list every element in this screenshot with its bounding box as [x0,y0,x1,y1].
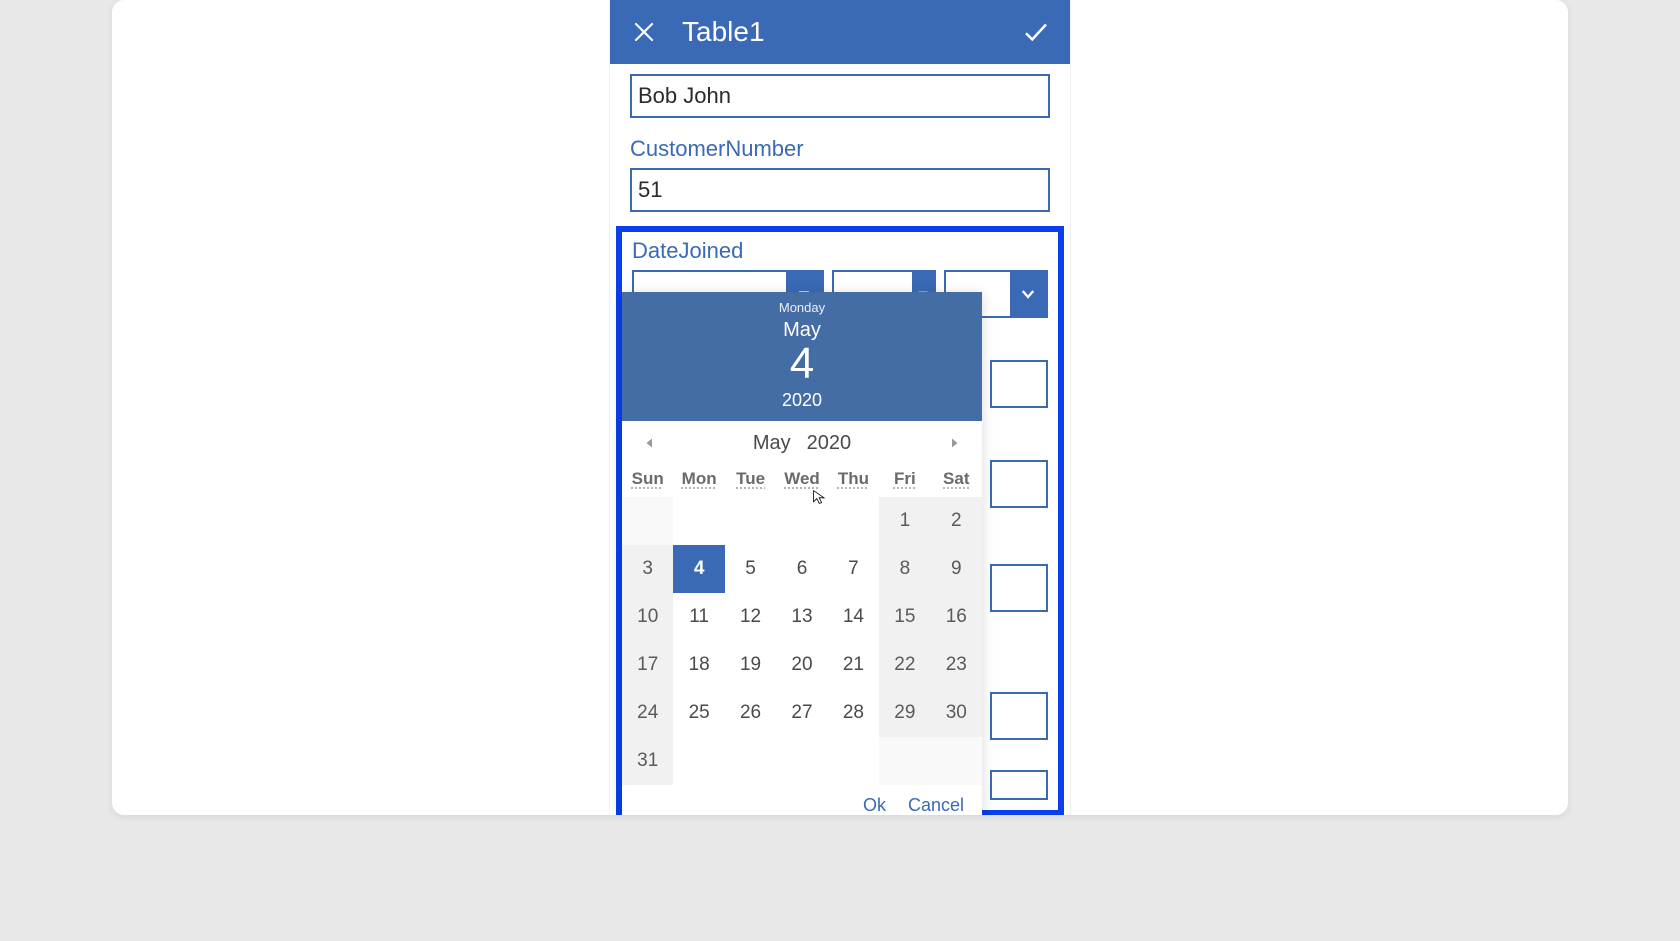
calendar-day-cell[interactable]: 20 [776,641,827,689]
close-icon[interactable] [626,14,662,50]
calendar-day-cell[interactable]: 5 [725,545,776,593]
stage-card: Table1 CustomerNumber DateJoined [112,0,1568,815]
calendar-day-cell [879,737,930,785]
calendar-selected-dow: Monday [622,300,982,315]
calendar-day-cell[interactable]: 31 [622,737,673,785]
calendar-header: Monday May 4 2020 [622,292,982,421]
customer-number-label: CustomerNumber [630,136,1050,162]
obscured-field[interactable] [990,360,1048,408]
calendar-actions: Ok Cancel [622,785,982,815]
calendar-day-cell[interactable]: 1 [879,497,930,545]
calendar-day-cell [828,737,879,785]
calendar-day-cell[interactable]: 21 [828,641,879,689]
calendar-day-cell [828,497,879,545]
obscured-field[interactable] [990,564,1048,612]
calendar-day-cell[interactable]: 7 [828,545,879,593]
calendar-day-cell[interactable]: 25 [673,689,724,737]
calendar-nav: May 2020 [622,421,982,461]
calendar-dow-header: Thu [828,461,879,497]
calendar-day-cell[interactable]: 8 [879,545,930,593]
calendar-dow-header: Wed [776,461,827,497]
obscured-field[interactable] [990,770,1048,800]
calendar-day-cell [673,737,724,785]
calendar-dow-row: SunMonTueWedThuFriSat [622,461,982,497]
page-title: Table1 [682,16,765,48]
calendar-dow-header: Mon [673,461,724,497]
calendar-day-cell[interactable]: 18 [673,641,724,689]
app-frame: Table1 CustomerNumber DateJoined [610,0,1070,815]
calendar-cancel-button[interactable]: Cancel [908,795,964,815]
date-joined-label: DateJoined [632,238,1048,264]
calendar-day-cell[interactable]: 13 [776,593,827,641]
calendar-popup: Monday May 4 2020 May 2020 [622,292,982,815]
calendar-ok-button[interactable]: Ok [863,795,886,815]
chevron-down-icon [1010,272,1046,316]
calendar-day-cell[interactable]: 24 [622,689,673,737]
calendar-day-cell [776,737,827,785]
form-area: CustomerNumber DateJoined [610,64,1070,815]
obscured-field[interactable] [990,692,1048,740]
calendar-day-cell[interactable]: 11 [673,593,724,641]
calendar-day-cell[interactable]: 29 [879,689,930,737]
name-field[interactable] [630,74,1050,118]
chevron-right-icon[interactable] [942,431,966,455]
calendar-nav-year[interactable]: 2020 [807,432,852,455]
calendar-day-cell[interactable]: 26 [725,689,776,737]
calendar-dow-header: Fri [879,461,930,497]
calendar-grid: 1234567891011121314151617181920212223242… [622,497,982,785]
calendar-dow-header: Sat [931,461,982,497]
calendar-day-cell[interactable]: 17 [622,641,673,689]
calendar-nav-month[interactable]: May [753,432,791,455]
calendar-dow-header: Tue [725,461,776,497]
calendar-day-cell[interactable]: 30 [931,689,982,737]
calendar-day-cell[interactable]: 12 [725,593,776,641]
calendar-day-cell[interactable]: 22 [879,641,930,689]
app-header: Table1 [610,0,1070,64]
calendar-selected-day: 4 [622,342,982,386]
date-joined-section: DateJoined [616,226,1064,815]
chevron-left-icon[interactable] [638,431,662,455]
calendar-day-cell [725,737,776,785]
obscured-field[interactable] [990,460,1048,508]
calendar-day-cell[interactable]: 16 [931,593,982,641]
calendar-day-cell[interactable]: 15 [879,593,930,641]
calendar-day-cell[interactable]: 3 [622,545,673,593]
calendar-selected-year: 2020 [622,390,982,411]
calendar-day-cell[interactable]: 19 [725,641,776,689]
calendar-day-cell[interactable]: 27 [776,689,827,737]
calendar-dow-header: Sun [622,461,673,497]
calendar-day-cell [622,497,673,545]
calendar-day-cell [725,497,776,545]
customer-number-field[interactable] [630,168,1050,212]
calendar-day-cell[interactable]: 4 [673,545,724,593]
calendar-day-cell [931,737,982,785]
calendar-day-cell [776,497,827,545]
calendar-day-cell[interactable]: 14 [828,593,879,641]
calendar-day-cell[interactable]: 28 [828,689,879,737]
calendar-day-cell[interactable]: 2 [931,497,982,545]
calendar-day-cell[interactable]: 10 [622,593,673,641]
confirm-icon[interactable] [1018,14,1054,50]
calendar-day-cell [673,497,724,545]
calendar-day-cell[interactable]: 9 [931,545,982,593]
calendar-day-cell[interactable]: 23 [931,641,982,689]
calendar-day-cell[interactable]: 6 [776,545,827,593]
